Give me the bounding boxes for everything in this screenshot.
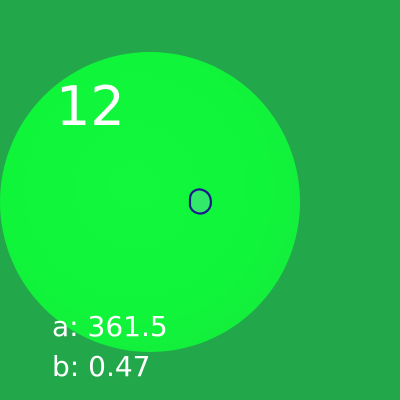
metric-b-label: b: (52, 350, 80, 383)
metric-a: a: 361.5 (52, 313, 168, 341)
metric-b-value: 0.47 (88, 350, 151, 383)
metric-a-label: a: (52, 310, 79, 343)
metric-b: b: 0.47 (52, 353, 150, 381)
ring-marker-icon (188, 188, 212, 215)
circular-region (0, 52, 300, 352)
image-canvas: 12 a: 361.5 b: 0.47 (0, 0, 400, 400)
metric-a-value: 361.5 (87, 310, 168, 343)
frame-index: 12 (56, 75, 125, 138)
